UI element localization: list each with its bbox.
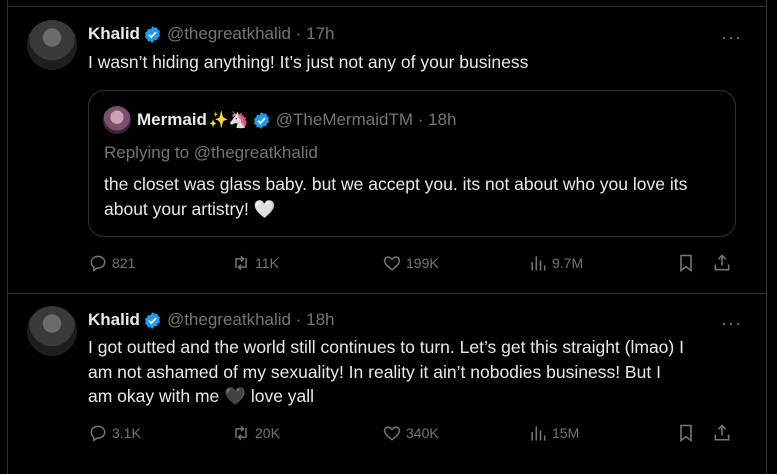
retweet-button[interactable]: 20K bbox=[231, 423, 280, 443]
quoted-tweet[interactable]: Mermaid ✨🦄 @TheMermaidTM · 18h Replying … bbox=[88, 90, 736, 237]
retweet-count: 20K bbox=[255, 425, 280, 441]
views-button[interactable]: 15M bbox=[528, 423, 579, 443]
tweet-text-ending: love yall bbox=[250, 386, 315, 406]
retweet-icon bbox=[235, 425, 247, 441]
retweet-count: 11K bbox=[255, 255, 279, 271]
verified-badge-icon bbox=[253, 111, 269, 129]
views-button[interactable]: 9.7M bbox=[528, 253, 583, 273]
avatar[interactable] bbox=[27, 20, 77, 70]
like-count: 199K bbox=[406, 255, 439, 271]
quoted-tweet-header: Mermaid ✨🦄 @TheMermaidTM · 18h bbox=[103, 106, 456, 134]
views-count: 9.7M bbox=[552, 255, 584, 271]
more-options-icon[interactable]: ··· bbox=[721, 27, 742, 48]
like-count: 340K bbox=[406, 425, 439, 441]
quoted-name-emojis: ✨🦄 bbox=[208, 112, 249, 129]
views-count: 15M bbox=[552, 425, 580, 441]
author-name[interactable]: Khalid bbox=[88, 24, 140, 44]
avatar[interactable] bbox=[27, 306, 77, 356]
tweet-actions: 821 11K 199K 9.7M bbox=[88, 253, 743, 277]
share-button[interactable] bbox=[712, 423, 736, 443]
verified-badge-icon bbox=[144, 25, 160, 43]
reply-icon bbox=[90, 255, 106, 272]
tweet-text: I got outted and the world still continu… bbox=[88, 335, 688, 409]
tweet[interactable]: Khalid @thegreatkhalid · 18h ··· I got o… bbox=[8, 293, 766, 474]
quoted-text-body: the closet was glass baby. but we accept… bbox=[104, 174, 688, 219]
author-name[interactable]: Khalid bbox=[88, 310, 140, 330]
quoted-author-name: Mermaid bbox=[137, 110, 207, 129]
like-button[interactable]: 199K bbox=[382, 253, 439, 273]
reply-button[interactable]: 821 bbox=[88, 253, 135, 273]
bookmark-button[interactable] bbox=[676, 423, 700, 443]
like-button[interactable]: 340K bbox=[382, 423, 439, 443]
tweet-header: Khalid @thegreatkhalid · 17h bbox=[88, 24, 334, 44]
reply-count: 3.1K bbox=[112, 425, 141, 441]
share-button[interactable] bbox=[712, 253, 736, 273]
tweet-text: I wasn’t hiding anything! It’s just not … bbox=[88, 52, 529, 72]
tweet[interactable]: Khalid @thegreatkhalid · 17h ··· I wasn’… bbox=[8, 6, 766, 294]
retweet-button[interactable]: 11K bbox=[231, 253, 279, 273]
black-heart-emoji: 🖤 bbox=[224, 386, 246, 406]
replying-to-line: Replying to @thegreatkhalid bbox=[104, 143, 318, 163]
bookmark-icon bbox=[680, 424, 692, 443]
author-handle-time[interactable]: @thegreatkhalid · 17h bbox=[167, 24, 335, 44]
reply-icon bbox=[90, 425, 106, 442]
quoted-tweet-text: the closet was glass baby. but we accept… bbox=[104, 172, 714, 222]
quoted-avatar bbox=[103, 106, 131, 134]
tweet-header: Khalid @thegreatkhalid · 18h bbox=[88, 310, 334, 330]
replying-to-handle[interactable]: @thegreatkhalid bbox=[194, 143, 318, 162]
reply-button[interactable]: 3.1K bbox=[88, 423, 141, 443]
bookmark-icon bbox=[680, 254, 692, 273]
more-options-icon[interactable]: ··· bbox=[721, 313, 742, 334]
reply-count: 821 bbox=[112, 255, 136, 271]
quoted-handle-time: @TheMermaidTM · 18h bbox=[275, 110, 457, 129]
views-chart-icon bbox=[531, 426, 546, 441]
heart-icon bbox=[383, 426, 401, 441]
views-chart-icon bbox=[531, 256, 546, 271]
bookmark-button[interactable] bbox=[676, 253, 700, 273]
share-icon bbox=[714, 254, 730, 271]
retweet-icon bbox=[235, 255, 247, 271]
tweet-text-body: I got outted and the world still continu… bbox=[88, 337, 684, 406]
heart-icon bbox=[383, 256, 401, 271]
author-handle-time[interactable]: @thegreatkhalid · 18h bbox=[167, 310, 335, 330]
verified-badge-icon bbox=[144, 311, 160, 329]
white-heart-emoji: 🤍 bbox=[253, 199, 276, 219]
tweet-actions: 3.1K 20K 340K 15M bbox=[88, 423, 743, 447]
timeline-feed: Khalid @thegreatkhalid · 17h ··· I wasn’… bbox=[7, 0, 767, 474]
replying-to-label: Replying to bbox=[104, 143, 190, 162]
share-icon bbox=[714, 424, 730, 441]
